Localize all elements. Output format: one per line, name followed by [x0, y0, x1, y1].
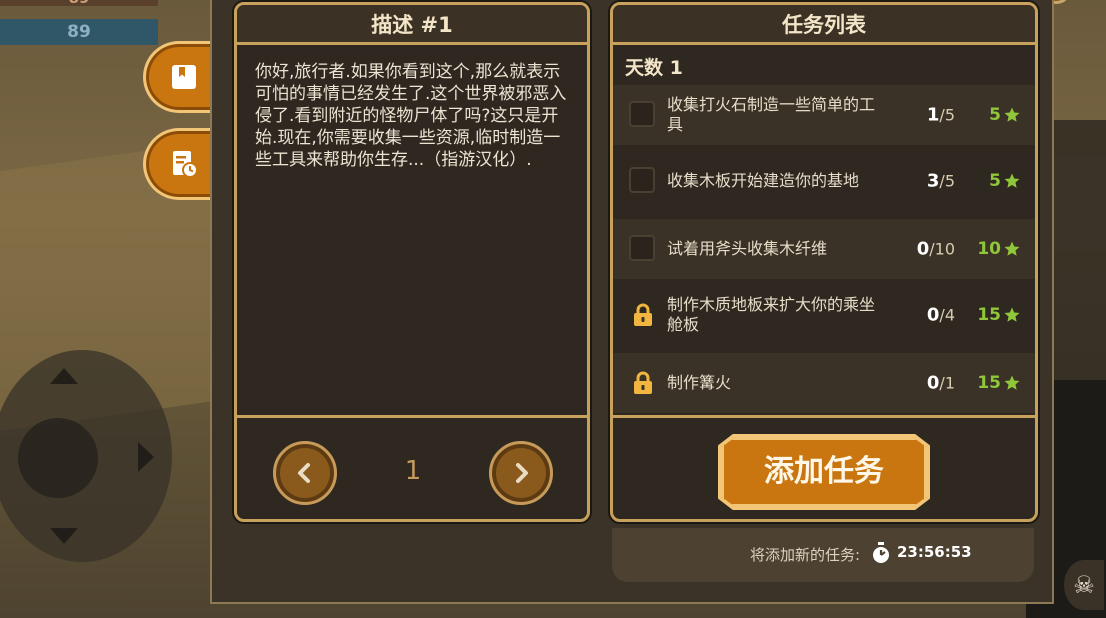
star-icon: [1004, 107, 1020, 122]
quest-progress: 0/10: [917, 239, 955, 260]
quest-progress-total: /5: [939, 171, 955, 191]
quest-progress-done: 3: [926, 170, 940, 192]
add-quest-button[interactable]: 添加任务: [721, 437, 927, 507]
quest-progress-total: /1: [939, 373, 955, 393]
skull-icon[interactable]: ☠: [1064, 560, 1104, 610]
star-icon: [1004, 375, 1020, 390]
quest-reward-value: 15: [977, 305, 1001, 325]
quest-text: 收集木板开始建造你的基地: [667, 171, 860, 190]
day-label: 天数 1: [625, 57, 683, 79]
timer-label: 将添加新的任务:: [750, 546, 861, 564]
timer-value: 23:56:53: [897, 543, 972, 561]
lock-icon: [634, 371, 652, 394]
joystick-down-arrow-icon: [50, 528, 78, 544]
quest-reward: 5: [989, 171, 1021, 191]
description-title: 描述 #1: [237, 5, 587, 45]
quest-progress-done: 0: [926, 304, 940, 326]
quest-text: 试着用斧头收集木纤维: [667, 239, 828, 258]
quest-progress: 3/5: [927, 171, 955, 192]
hud-stat-bar-health: 89: [0, 0, 158, 6]
star-icon: [1004, 307, 1020, 322]
lock-icon: [634, 303, 652, 326]
quest-row[interactable]: 制作木质地板来扩大你的乘坐舱板 0/4 15: [613, 285, 1035, 345]
previous-page-button[interactable]: [273, 441, 337, 505]
quest-reward-value: 5: [989, 105, 1001, 125]
joystick-right-arrow-icon: [138, 442, 154, 472]
chevron-left-icon: [298, 463, 310, 483]
quest-reward: 15: [977, 305, 1021, 325]
quest-row[interactable]: 收集打火石制造一些简单的工具 1/5 5: [613, 85, 1035, 145]
quest-progress-total: /5: [939, 105, 955, 125]
quest-reward-value: 15: [977, 373, 1001, 393]
joystick-knob[interactable]: [18, 418, 98, 498]
description-pager: 1: [237, 415, 587, 519]
quest-progress-total: /10: [929, 239, 955, 259]
quest-progress-done: 1: [926, 104, 940, 126]
description-text: 你好,旅行者.如果你看到这个,那么就表示可怕的事情已经发生了.这个世界被邪恶入侵…: [255, 62, 567, 170]
movement-joystick[interactable]: [0, 350, 172, 562]
quest-list-frame: 任务列表 天数 1 收集打火石制造一些简单的工具 1/5 5 收集木板开始建造你的基地…: [610, 2, 1038, 522]
quest-reward-value: 10: [977, 239, 1001, 259]
quest-checkbox[interactable]: [629, 167, 655, 193]
quest-text: 收集打火石制造一些简单的工具: [667, 95, 876, 134]
quest-row[interactable]: 收集木板开始建造你的基地 3/5 5: [613, 151, 1035, 211]
quest-text: 制作篝火: [667, 373, 732, 392]
quest-list-footer: 添加任务: [613, 415, 1035, 519]
quest-panel: 描述 #1 你好,旅行者.如果你看到这个,那么就表示可怕的事情已经发生了.这个世…: [210, 0, 1054, 604]
quest-text: 制作木质地板来扩大你的乘坐舱板: [667, 295, 876, 334]
quest-reward-value: 5: [989, 171, 1001, 191]
quest-row[interactable]: 试着用斧头收集木纤维 0/10 10: [613, 219, 1035, 279]
quest-checkbox[interactable]: [629, 235, 655, 261]
description-frame: 描述 #1 你好,旅行者.如果你看到这个,那么就表示可怕的事情已经发生了.这个世…: [234, 2, 590, 522]
chevron-right-icon: [516, 463, 528, 483]
quest-log-icon: [173, 151, 198, 178]
quest-progress-done: 0: [926, 372, 940, 394]
quest-progress: 0/1: [927, 373, 955, 394]
quest-reward: 10: [977, 239, 1021, 259]
page-number: 1: [404, 456, 422, 486]
quest-progress-total: /4: [939, 305, 955, 325]
stopwatch-icon: [873, 542, 889, 563]
quest-reward: 5: [989, 105, 1021, 125]
book-icon: [172, 65, 196, 89]
hud-stat-bar-water: 89: [0, 19, 158, 45]
quest-reward: 15: [977, 373, 1021, 393]
quest-progress: 0/4: [927, 305, 955, 326]
joystick-up-arrow-icon: [50, 368, 78, 384]
quest-progress: 1/5: [927, 105, 955, 126]
quest-row[interactable]: 制作篝火 0/1 15: [613, 353, 1035, 413]
star-icon: [1004, 173, 1020, 188]
quest-progress-done: 0: [916, 238, 930, 260]
quest-checkbox[interactable]: [629, 101, 655, 127]
new-quest-timer: 将添加新的任务: 23:56:53: [612, 528, 1034, 582]
next-page-button[interactable]: [489, 441, 553, 505]
quest-list-title: 任务列表: [613, 5, 1035, 45]
star-icon: [1004, 241, 1020, 256]
